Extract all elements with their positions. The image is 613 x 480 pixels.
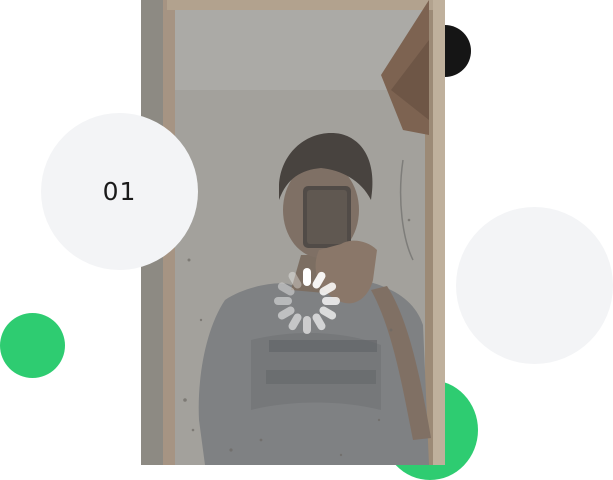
- slide-stage: 01: [0, 0, 613, 480]
- mirror-selfie-photo: [141, 0, 445, 465]
- photo-illustration: [141, 0, 445, 465]
- step-number: 01: [102, 177, 137, 206]
- step-number-badge: 01: [41, 113, 198, 270]
- decorative-gray-circle-right: [456, 207, 613, 364]
- loading-spinner-icon: [274, 268, 340, 334]
- decorative-green-dot-left: [0, 313, 65, 378]
